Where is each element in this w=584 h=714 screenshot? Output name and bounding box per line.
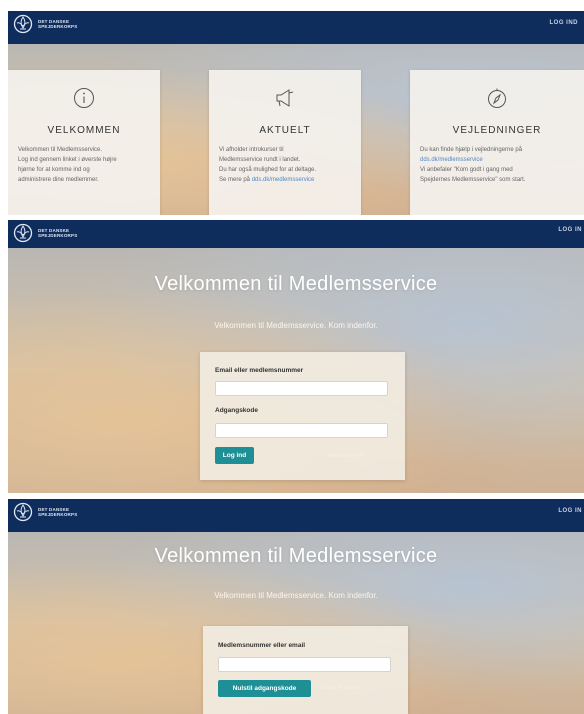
card-guides: VEJLEDNINGER Du kan finde hjælp i vejled…: [410, 70, 584, 215]
login-panel: DET DANSKE SPEJDERKORPS LOG IN Velkommen…: [8, 220, 584, 493]
top-navbar: DET DANSKE SPEJDERKORPS LOG IN: [8, 499, 584, 532]
back-to-login-link[interactable]: Tilbage til log ind: [319, 685, 360, 691]
reset-password-link[interactable]: Nulstil kodeord: [328, 453, 364, 459]
logo-text: DET DANSKE SPEJDERKORPS: [38, 19, 77, 29]
reset-password-button[interactable]: Nulstil adgangskode: [218, 680, 311, 697]
card-line: hjørne for at komme ind og: [18, 167, 90, 173]
card-news: AKTUELT Vi afholder introkurser til Medl…: [209, 70, 361, 215]
card-welcome: VELKOMMEN Velkommen til Medlemsservice. …: [8, 70, 160, 215]
logo-line-2: SPEJDERKORPS: [38, 233, 78, 238]
login-link[interactable]: LOG IND: [550, 20, 579, 26]
reset-panel: DET DANSKE SPEJDERKORPS LOG IN Velkommen…: [8, 499, 584, 714]
logo-text: DET DANSKE SPEJDERKORPS: [38, 507, 77, 517]
logo-line-2: SPEJDERKORPS: [38, 512, 78, 517]
card-line: administrere dine medlemmer.: [18, 177, 99, 183]
card-line: Vi afholder introkurser til: [219, 147, 284, 153]
card-title: VELKOMMEN: [47, 125, 121, 136]
card-line: dds.dk/medlemsservice: [420, 155, 578, 165]
megaphone-icon: [276, 89, 294, 107]
password-field[interactable]: [215, 423, 388, 438]
logo-text: DET DANSKE SPEJDERKORPS: [38, 228, 77, 238]
reset-form: Medlemsnummer eller email Nulstil adgang…: [203, 626, 408, 714]
card-line: Velkommen til Medlemsservice.: [18, 147, 103, 153]
card-link-prefix: Se mere på: [219, 177, 252, 183]
info-panel: DET DANSKE SPEJDERKORPS LOG IND VELKOMME…: [8, 11, 584, 215]
compass-icon: [488, 88, 506, 108]
password-label: Adgangskode: [215, 407, 258, 414]
page-subtitle: Velkommen til Medlemsservice. Kom indenf…: [214, 321, 378, 330]
login-button[interactable]: Log ind: [215, 447, 254, 464]
member-id-label: Medlemsnummer eller email: [218, 642, 306, 649]
email-label: Email eller medlemsnummer: [215, 367, 304, 374]
logo[interactable]: DET DANSKE SPEJDERKORPS: [12, 14, 77, 34]
card-line: Du kan finde hjælp i vejledningerne på: [420, 147, 523, 153]
page-title: Velkommen til Medlemsservice: [154, 545, 438, 567]
page-subtitle: Velkommen til Medlemsservice. Kom indenf…: [214, 591, 378, 600]
medlemsservice-link[interactable]: dds.dk/medlemsservice: [420, 157, 483, 163]
card-line: Du har også mulighed for at deltage.: [219, 167, 317, 173]
info-icon: [74, 88, 94, 108]
scout-lily-icon: [13, 502, 33, 522]
scout-lily-icon: [13, 14, 33, 34]
card-line: Spejdernes Medlemsservice" som start.: [420, 177, 526, 183]
card-line: Vi anbefaler "Kom godt i gang med: [420, 167, 513, 173]
card-line: Log ind gennem linket i øverste højre: [18, 157, 117, 163]
scout-lily-icon: [13, 223, 33, 243]
medlemsservice-link[interactable]: dds.dk/medlemsservice: [252, 177, 315, 183]
card-body: Du kan finde hjælp i vejledningerne på d…: [420, 145, 578, 185]
top-navbar: DET DANSKE SPEJDERKORPS LOG IN: [8, 220, 584, 248]
logo[interactable]: DET DANSKE SPEJDERKORPS: [12, 502, 77, 522]
login-link[interactable]: LOG IN: [558, 227, 582, 233]
card-line: Medlemsservice rundt i landet.: [219, 157, 301, 163]
page-title: Velkommen til Medlemsservice: [154, 273, 438, 295]
login-form: Email eller medlemsnummer Adgangskode Lo…: [200, 352, 405, 480]
card-title: VEJLEDNINGER: [452, 125, 542, 136]
logo[interactable]: DET DANSKE SPEJDERKORPS: [12, 223, 77, 243]
card-body: Vi afholder introkurser til Medlemsservi…: [219, 145, 355, 185]
logo-line-2: SPEJDERKORPS: [38, 24, 78, 29]
card-line: Se mere på dds.dk/medlemsservice: [219, 175, 355, 185]
card-body: Velkommen til Medlemsservice. Log ind ge…: [18, 145, 154, 185]
top-navbar: DET DANSKE SPEJDERKORPS LOG IND: [8, 11, 584, 44]
card-title: AKTUELT: [259, 125, 311, 136]
email-field[interactable]: [215, 381, 388, 396]
login-link[interactable]: LOG IN: [558, 508, 582, 514]
member-id-field[interactable]: [218, 657, 391, 672]
